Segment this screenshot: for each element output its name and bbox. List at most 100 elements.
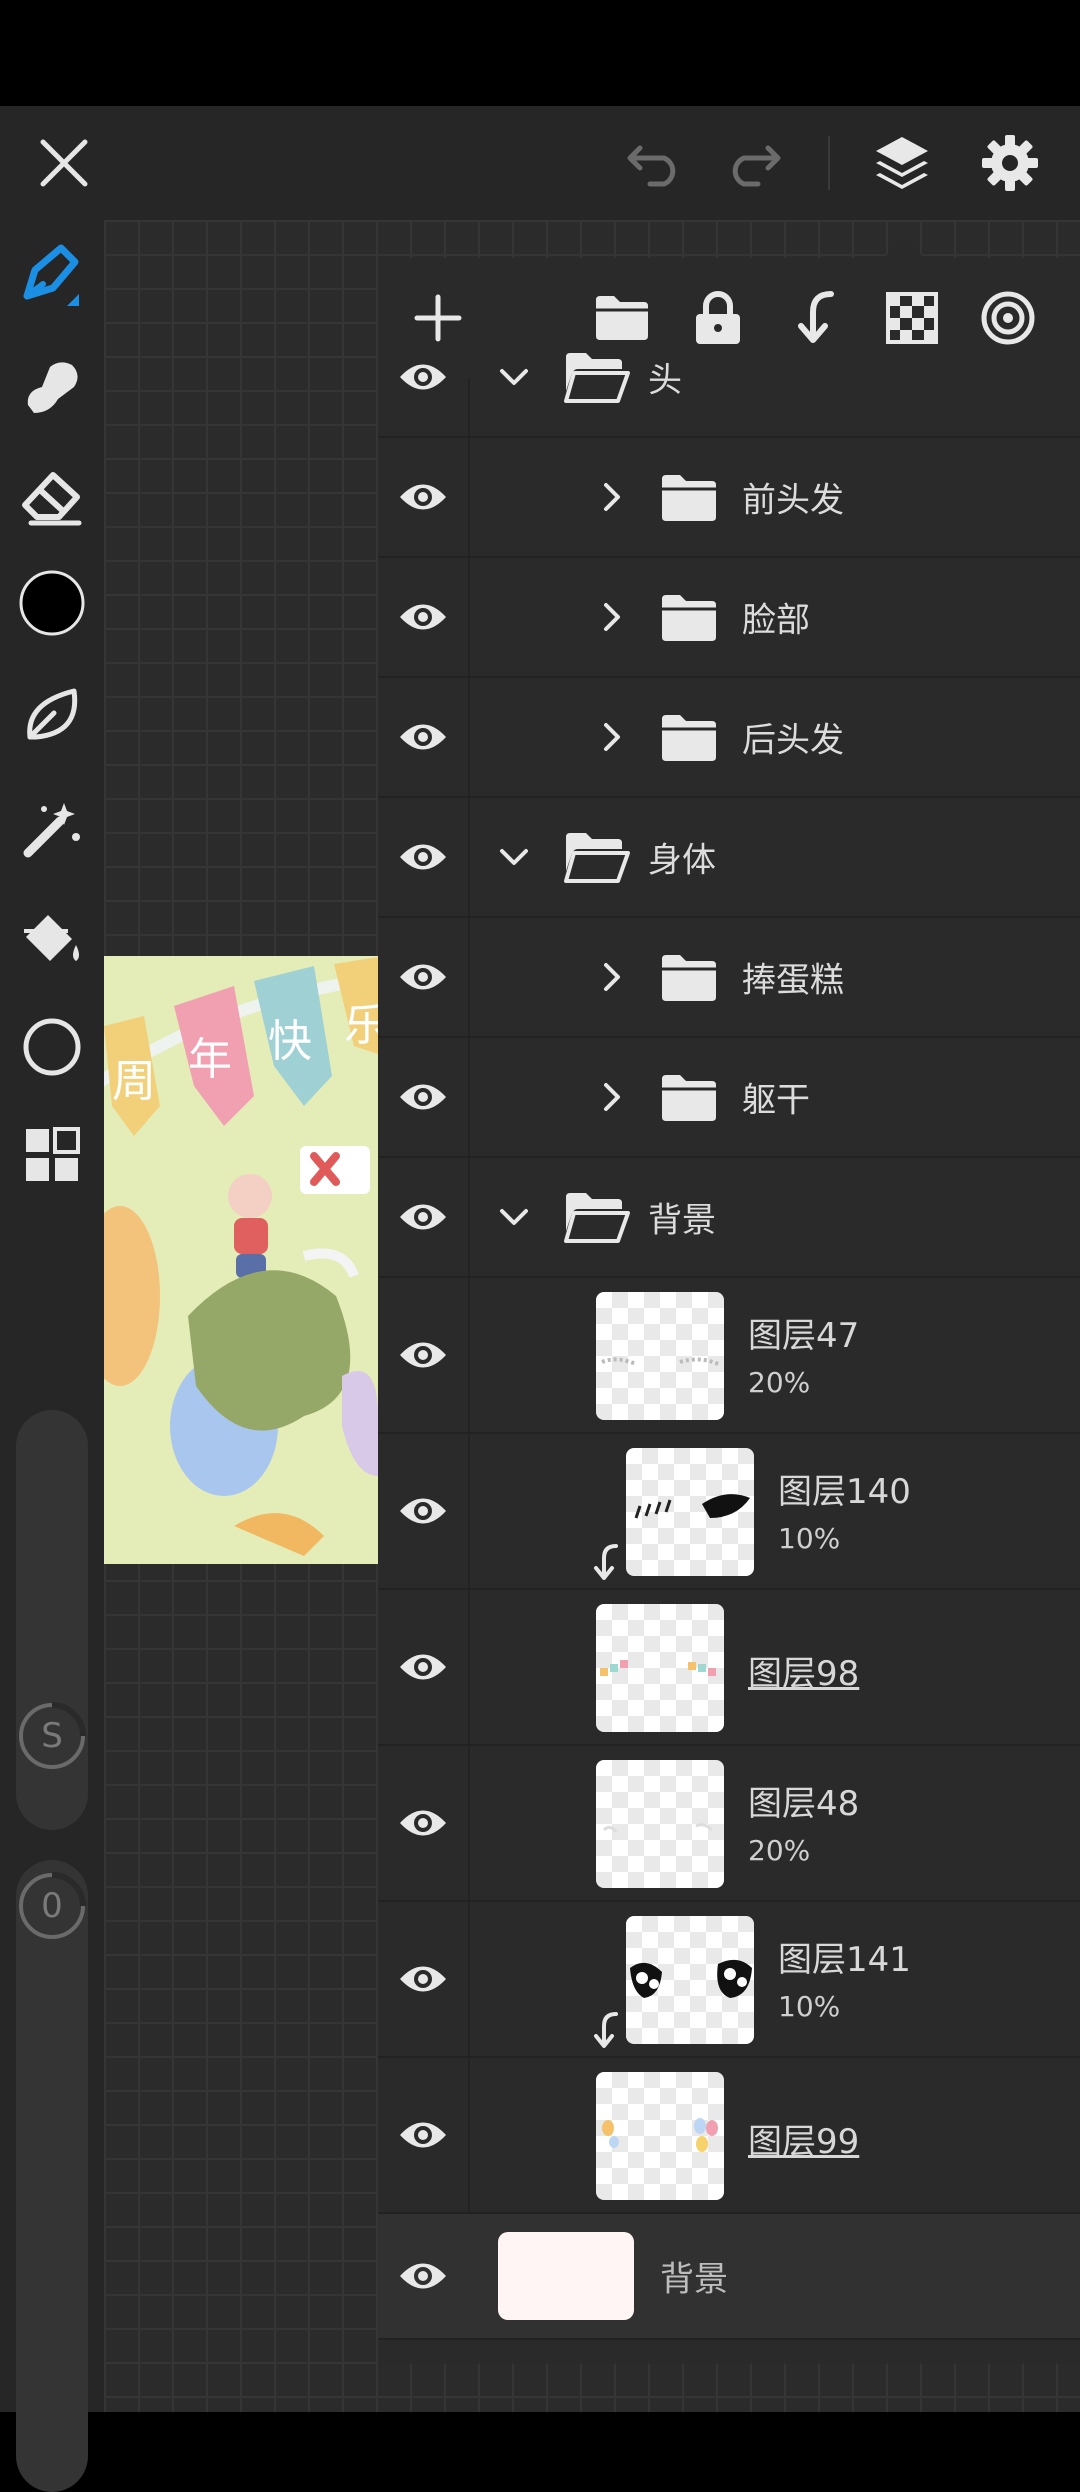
visibility-toggle[interactable] <box>388 592 458 642</box>
layer-folder-row[interactable]: 捧蛋糕 <box>378 918 1080 1038</box>
visibility-toggle[interactable] <box>388 2251 458 2301</box>
eye-icon <box>400 484 446 510</box>
visibility-toggle[interactable] <box>388 1642 458 1692</box>
visibility-toggle[interactable] <box>388 712 458 762</box>
magic-wand-icon <box>23 803 80 858</box>
smudge-tool[interactable] <box>0 332 104 442</box>
folder-label: 后头发 <box>742 720 844 761</box>
eye-icon <box>400 604 446 630</box>
layer-name: 图层99 <box>748 2122 860 2162</box>
layer-folder-row[interactable]: 后头发 <box>378 678 1080 798</box>
layer-list: 头 前头发 脸部 后头发 身体 捧蛋糕 躯干 背景 图层47 20% 图层140… <box>378 353 1080 2362</box>
folder-icon <box>660 1071 718 1123</box>
chevron-right-icon[interactable] <box>592 717 632 757</box>
layer-folder-row[interactable]: 脸部 <box>378 558 1080 678</box>
layer-folder-row[interactable]: 背景 <box>378 1158 1080 1278</box>
visibility-toggle[interactable] <box>388 352 458 402</box>
layer-row[interactable]: 图层48 20% <box>378 1746 1080 1902</box>
open-folder-icon <box>564 351 630 403</box>
eye-icon <box>400 1654 446 1680</box>
opacity-slider[interactable] <box>16 1860 88 2492</box>
layer-name: 图层140 <box>778 1472 911 1512</box>
redo-button[interactable] <box>702 106 802 220</box>
layer-row[interactable]: 图层141 10% <box>378 1902 1080 2058</box>
magic-wand-tool[interactable] <box>0 774 104 884</box>
banner-char: 周 <box>112 1056 156 1107</box>
visibility-toggle[interactable] <box>388 2110 458 2160</box>
eye-icon <box>400 1498 446 1524</box>
eye-icon <box>400 2122 446 2148</box>
visibility-toggle[interactable] <box>388 1486 458 1536</box>
chevron-down-icon[interactable] <box>494 1197 534 1237</box>
layer-row[interactable]: 图层98 <box>378 1590 1080 1746</box>
visibility-toggle[interactable] <box>388 1798 458 1848</box>
layer-thumbnail <box>596 1292 724 1420</box>
eye-icon <box>400 1084 446 1110</box>
brush-icon <box>23 244 79 306</box>
brush-tool[interactable] <box>0 220 104 330</box>
visibility-toggle[interactable] <box>388 1072 458 1122</box>
color-picker[interactable] <box>0 548 104 658</box>
settings-button[interactable] <box>960 106 1060 220</box>
visibility-toggle[interactable] <box>388 952 458 1002</box>
background-layer-row[interactable]: 背景 <box>378 2214 1080 2340</box>
artwork-preview[interactable]: 周 年 快 乐 <box>104 956 378 1564</box>
folder-label: 躯干 <box>742 1080 810 1121</box>
more-tools-button[interactable] <box>0 1100 104 1210</box>
eye-icon <box>400 724 446 750</box>
background-layer-label: 背景 <box>660 2259 728 2300</box>
chevron-down-icon[interactable] <box>494 837 534 877</box>
chevron-right-icon[interactable] <box>592 1077 632 1117</box>
shape-tool[interactable] <box>0 992 104 1102</box>
layer-folder-row[interactable]: 身体 <box>378 798 1080 918</box>
layer-folder-row[interactable]: 头 <box>378 318 1080 438</box>
layers-button[interactable] <box>852 106 952 220</box>
clipping-mask-icon <box>594 2012 618 2048</box>
lasso-tool[interactable] <box>0 660 104 770</box>
eye-icon <box>400 364 446 390</box>
brush-size-knob[interactable]: S <box>16 1700 88 1772</box>
panel-caret <box>884 238 924 258</box>
top-toolbar <box>0 106 1080 220</box>
leaf-icon <box>27 688 78 740</box>
circle-icon <box>23 1018 81 1076</box>
opacity-label: 0 <box>41 1886 63 1926</box>
layer-opacity: 10% <box>778 1522 841 1555</box>
smudge-icon <box>27 362 78 413</box>
undo-button[interactable] <box>606 106 706 220</box>
close-button[interactable] <box>14 106 114 220</box>
background-color-swatch[interactable] <box>498 2232 634 2320</box>
visibility-toggle[interactable] <box>388 472 458 522</box>
fill-tool[interactable] <box>0 886 104 996</box>
gear-icon <box>982 135 1038 191</box>
folder-icon <box>660 711 718 763</box>
brush-size-label: S <box>41 1716 63 1756</box>
eraser-tool[interactable] <box>0 442 104 552</box>
chevron-down-icon[interactable] <box>494 357 534 397</box>
layer-thumbnail <box>596 1760 724 1888</box>
eye-icon <box>400 2263 446 2289</box>
layer-row[interactable]: 图层47 20% <box>378 1278 1080 1434</box>
chevron-right-icon[interactable] <box>592 477 632 517</box>
layer-opacity: 20% <box>748 1366 811 1399</box>
close-icon <box>40 139 88 187</box>
visibility-toggle[interactable] <box>388 1330 458 1380</box>
eye-icon <box>400 1966 446 1992</box>
eye-icon <box>400 1810 446 1836</box>
layer-row[interactable]: 图层140 10% <box>378 1434 1080 1590</box>
visibility-toggle[interactable] <box>388 1192 458 1242</box>
paint-bucket-icon <box>24 915 79 961</box>
layer-folder-row[interactable]: 躯干 <box>378 1038 1080 1158</box>
visibility-toggle[interactable] <box>388 832 458 882</box>
layer-opacity: 20% <box>748 1834 811 1867</box>
folder-label: 前头发 <box>742 480 844 521</box>
layers-panel: 头 前头发 脸部 后头发 身体 捧蛋糕 躯干 背景 图层47 20% 图层140… <box>378 258 1080 2364</box>
eraser-icon <box>22 472 82 526</box>
visibility-toggle[interactable] <box>388 1954 458 2004</box>
clipping-mask-icon <box>594 1544 618 1580</box>
layer-row[interactable]: 图层99 <box>378 2058 1080 2214</box>
chevron-right-icon[interactable] <box>592 597 632 637</box>
chevron-right-icon[interactable] <box>592 957 632 997</box>
layer-folder-row[interactable]: 前头发 <box>378 438 1080 558</box>
opacity-knob[interactable]: 0 <box>16 1870 88 1942</box>
